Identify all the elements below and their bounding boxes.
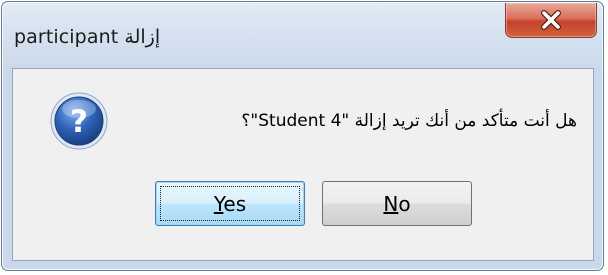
- no-button[interactable]: No: [322, 181, 472, 226]
- yes-button[interactable]: Yes: [155, 181, 305, 226]
- dialog-message: هل أنت متأكد من أنك تريد إزالة "Student …: [241, 111, 577, 131]
- close-button[interactable]: [505, 3, 597, 38]
- dialog-window: participant إزالة ? هل أنت متأكد من أنك …: [1, 1, 604, 271]
- svg-text:?: ?: [70, 104, 88, 140]
- dialog-body: ? هل أنت متأكد من أنك تريد إزالة "Studen…: [12, 68, 594, 261]
- title-bar[interactable]: participant إزالة: [2, 2, 603, 68]
- question-icon: ?: [50, 92, 108, 150]
- no-button-label: No: [383, 191, 411, 216]
- window-title: participant إزالة: [14, 26, 161, 48]
- close-icon: [541, 10, 561, 30]
- focus-rectangle: [160, 186, 300, 221]
